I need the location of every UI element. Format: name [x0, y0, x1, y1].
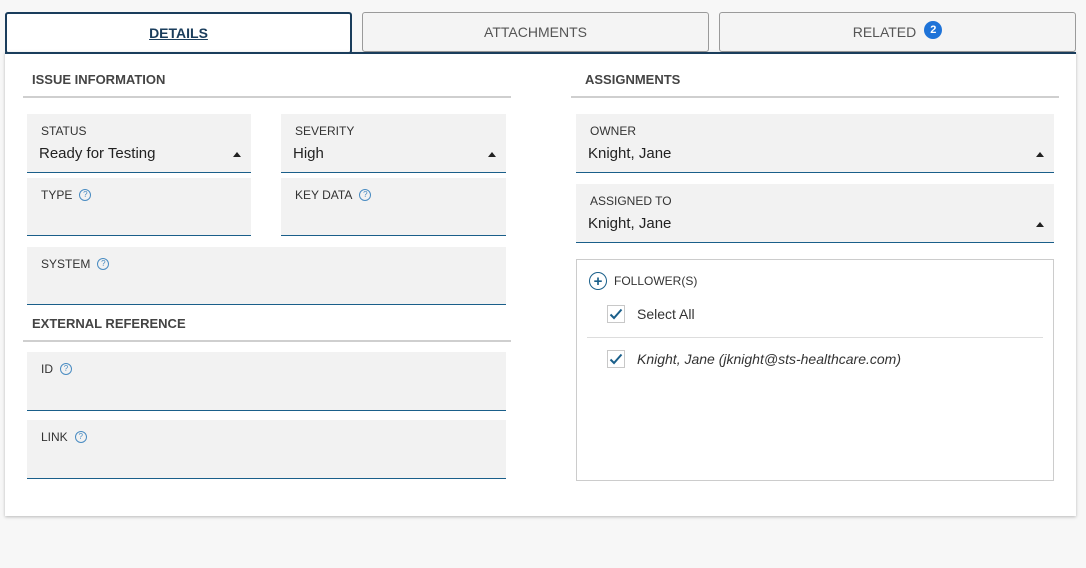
follower-checkbox[interactable]	[607, 350, 625, 368]
select-all-label: Select All	[637, 306, 695, 322]
key-data-field[interactable]: KEY DATA ?	[281, 178, 506, 236]
help-icon[interactable]: ?	[60, 363, 72, 375]
help-icon[interactable]: ?	[97, 258, 110, 270]
type-label: TYPE ?	[41, 188, 92, 202]
system-field[interactable]: SYSTEM ?	[27, 247, 506, 305]
link-field[interactable]: LINK ?	[27, 420, 506, 479]
followers-box: + FOLLOWER(S) Select All Knight, Jane (j…	[576, 259, 1054, 481]
status-label: STATUS	[41, 124, 87, 138]
caret-up-icon	[233, 152, 241, 157]
owner-value: Knight, Jane	[588, 145, 672, 162]
system-label: SYSTEM ?	[41, 257, 110, 271]
link-label: LINK ?	[41, 430, 87, 444]
related-count-badge: 2	[924, 21, 943, 39]
assignments-title: ASSIGNMENTS	[571, 72, 1059, 98]
id-label: ID ?	[41, 362, 72, 376]
owner-dropdown[interactable]: OWNER Knight, Jane	[576, 114, 1054, 173]
checkmark-icon	[609, 353, 623, 365]
followers-header: + FOLLOWER(S)	[589, 272, 697, 290]
add-follower-plus-icon[interactable]: +	[589, 272, 607, 290]
tab-details[interactable]: DETAILS	[5, 12, 352, 54]
tab-attachments-label: ATTACHMENTS	[484, 24, 587, 40]
tab-related[interactable]: RELATED 2	[719, 12, 1076, 52]
help-icon[interactable]: ?	[359, 189, 372, 201]
tab-attachments[interactable]: ATTACHMENTS	[362, 12, 709, 52]
follower-name: Knight, Jane (jknight@sts-healthcare.com…	[637, 351, 901, 367]
type-field[interactable]: TYPE ?	[27, 178, 251, 236]
id-field[interactable]: ID ?	[27, 352, 506, 411]
tab-details-label: DETAILS	[149, 25, 208, 41]
assigned-to-value: Knight, Jane	[588, 215, 672, 232]
severity-value: High	[293, 145, 324, 162]
divider	[587, 337, 1043, 338]
assigned-to-label: ASSIGNED TO	[590, 194, 672, 208]
followers-label: FOLLOWER(S)	[614, 274, 698, 288]
details-panel: ISSUE INFORMATION STATUS Ready for Testi…	[5, 52, 1076, 516]
assigned-to-dropdown[interactable]: ASSIGNED TO Knight, Jane	[576, 184, 1054, 243]
checkmark-icon	[609, 308, 623, 320]
status-value: Ready for Testing	[39, 145, 156, 162]
severity-dropdown[interactable]: SEVERITY High	[281, 114, 506, 173]
select-all-row[interactable]: Select All	[607, 305, 695, 323]
owner-label: OWNER	[590, 124, 636, 138]
help-icon[interactable]: ?	[79, 189, 92, 201]
follower-row[interactable]: Knight, Jane (jknight@sts-healthcare.com…	[607, 350, 901, 368]
status-dropdown[interactable]: STATUS Ready for Testing	[27, 114, 251, 173]
help-icon[interactable]: ?	[74, 431, 87, 443]
issue-information-title: ISSUE INFORMATION	[23, 72, 511, 98]
severity-label: SEVERITY	[295, 124, 355, 138]
tab-bar: DETAILS ATTACHMENTS RELATED 2	[0, 0, 1086, 54]
caret-up-icon	[1036, 222, 1044, 227]
tab-related-label: RELATED	[852, 24, 917, 40]
key-data-label: KEY DATA ?	[295, 188, 372, 202]
caret-up-icon	[1036, 152, 1044, 157]
external-reference-title: EXTERNAL REFERENCE	[23, 316, 511, 342]
caret-up-icon	[488, 152, 496, 157]
select-all-checkbox[interactable]	[607, 305, 625, 323]
